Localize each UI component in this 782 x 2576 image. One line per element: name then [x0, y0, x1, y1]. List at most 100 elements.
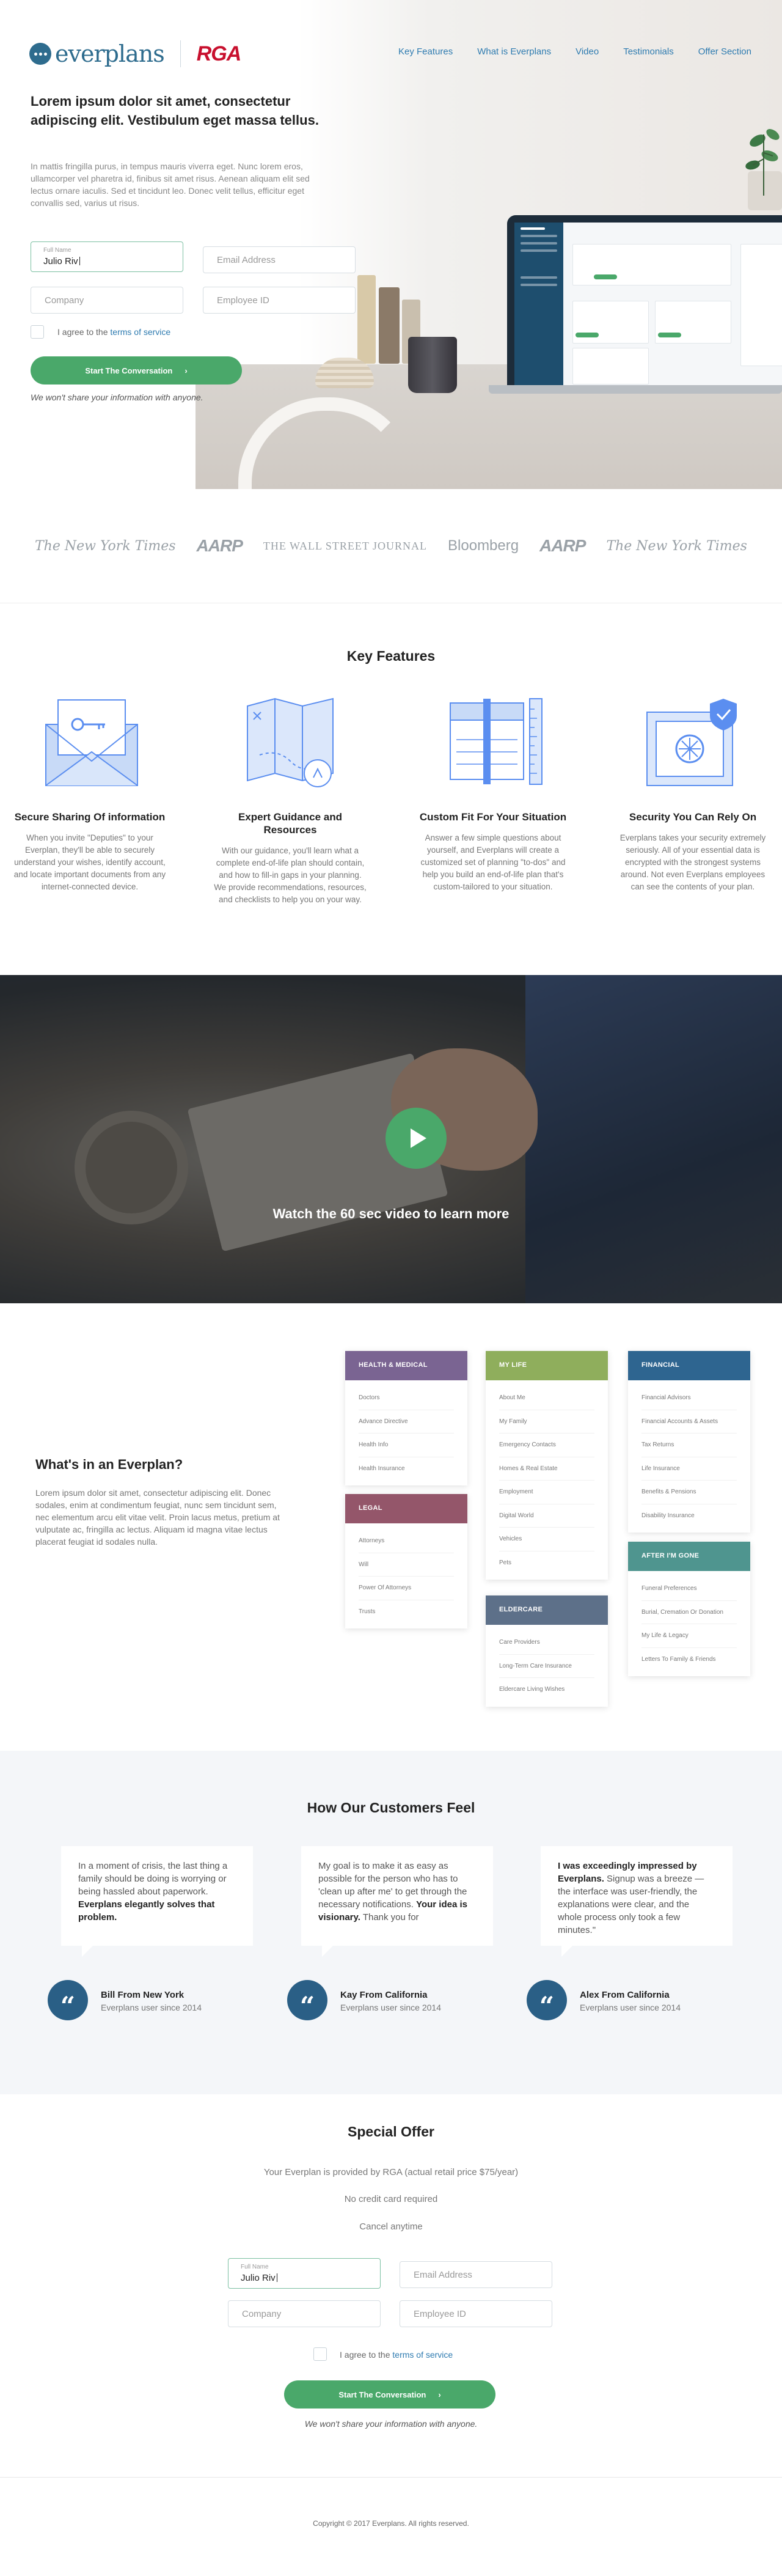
press-logo-nyt: The New York Times — [606, 538, 747, 554]
plant-illustration — [745, 129, 780, 196]
nav-video[interactable]: Video — [576, 46, 599, 57]
category-item: Employment — [499, 1481, 594, 1504]
logo-divider — [180, 40, 181, 67]
press-logo-bloomberg: Bloomberg — [448, 537, 519, 554]
category-item: Emergency Contacts — [499, 1433, 594, 1457]
category-card-after-im-gone[interactable]: AFTER I'M GONE Funeral Preferences Buria… — [628, 1542, 750, 1676]
feature-security: Security You Can Rely On Everplans takes… — [616, 694, 769, 893]
category-item: Health Insurance — [359, 1465, 405, 1472]
hero-title: Lorem ipsum dolor sit amet, consectetur … — [31, 94, 319, 128]
offer-line: Your Everplan is provided by RGA (actual… — [263, 2167, 519, 2177]
terms-agree-text: I agree to the — [57, 327, 108, 337]
testimonial-quote: I was exceedingly impressed by Everplans… — [541, 1846, 733, 1957]
quote-icon: “ — [527, 1980, 567, 2021]
category-item: Long-Term Care Insurance — [499, 1655, 594, 1678]
feature-text: Answer a few simple questions about your… — [420, 833, 566, 891]
terms-agree-text: I agree to the — [340, 2350, 390, 2360]
category-item: Financial Accounts & Assets — [641, 1410, 737, 1433]
testimonial-quote: My goal is to make it as easy as possibl… — [301, 1846, 493, 1957]
offer-line: No credit card required — [344, 2194, 438, 2204]
category-card-legal[interactable]: LEGAL Attorneys Will Power Of Attorneys … — [345, 1494, 467, 1628]
category-item: Advance Directive — [359, 1410, 454, 1433]
company-placeholder: Company — [242, 2309, 282, 2319]
start-conversation-button[interactable]: Start The Conversation › — [284, 2380, 495, 2409]
book — [379, 287, 400, 364]
play-button-icon[interactable] — [386, 1108, 447, 1169]
category-card-health[interactable]: HEALTH & MEDICAL Doctors Advance Directi… — [345, 1351, 467, 1485]
category-item: Trusts — [359, 1608, 376, 1615]
feature-expert-guidance: Expert Guidance and Resources With our g… — [214, 694, 367, 906]
email-field[interactable]: Email Address — [203, 246, 356, 273]
category-item: Eldercare Living Wishes — [499, 1686, 565, 1693]
special-offer-title: Special Offer — [348, 2124, 434, 2140]
category-item: Homes & Real Estate — [499, 1457, 594, 1481]
book — [357, 275, 376, 364]
whats-in-title: What's in an Everplan? — [35, 1457, 183, 1472]
terms-checkbox[interactable] — [313, 2347, 327, 2361]
company-field[interactable]: Company — [31, 287, 183, 314]
full-name-field[interactable]: Full Name Julio Riv — [31, 241, 183, 272]
feature-title: Security You Can Rely On — [629, 811, 757, 823]
category-item: About Me — [499, 1386, 594, 1410]
company-field[interactable]: Company — [228, 2300, 381, 2327]
full-name-value: Julio Riv — [241, 2273, 277, 2283]
testimonial-quote: In a moment of crisis, the last thing a … — [61, 1846, 253, 1957]
partner-logo: RGA — [196, 42, 242, 65]
chevron-right-icon: › — [438, 2390, 441, 2399]
category-header: LEGAL — [345, 1494, 467, 1523]
hero-description: In mattis fringilla purus, in tempus mau… — [31, 161, 310, 208]
main-nav: Key Features What is Everplans Video Tes… — [398, 46, 751, 57]
category-card-my-life[interactable]: MY LIFE About Me My Family Emergency Con… — [486, 1351, 608, 1580]
full-name-field[interactable]: Full Name Julio Riv — [228, 2258, 381, 2289]
category-item: Benefits & Pensions — [641, 1481, 737, 1504]
category-item: Will — [359, 1553, 454, 1577]
video-caption: Watch the 60 sec video to learn more — [272, 1206, 510, 1221]
testimonial-name: Kay From California — [340, 1990, 428, 2000]
testimonial-since: Everplans user since 2014 — [580, 2003, 681, 2012]
nav-testimonials[interactable]: Testimonials — [623, 46, 674, 57]
category-item: Disability Insurance — [641, 1512, 695, 1519]
category-header: FINANCIAL — [628, 1351, 750, 1380]
offer-line: Cancel anytime — [359, 2221, 423, 2232]
terms-of-service-link[interactable]: terms of service — [392, 2350, 453, 2360]
testimonial-name: Bill From New York — [101, 1990, 185, 2000]
category-card-eldercare[interactable]: ELDERCARE Care Providers Long-Term Care … — [486, 1595, 608, 1707]
category-item: My Family — [499, 1410, 594, 1433]
category-header: MY LIFE — [486, 1351, 608, 1380]
press-logos: The New York Times AARP THE WALL STREET … — [0, 489, 782, 603]
email-placeholder: Email Address — [414, 2270, 472, 2280]
full-name-value: Julio Riv — [43, 256, 80, 267]
feature-text: With our guidance, you'll learn what a c… — [214, 846, 367, 904]
whats-in-description: Lorem ipsum dolor sit amet, consectetur … — [35, 1488, 280, 1547]
category-item: Burial, Cremation Or Donation — [641, 1601, 737, 1624]
feature-text: Everplans takes your security extremely … — [619, 833, 766, 891]
category-item: Digital World — [499, 1504, 594, 1528]
category-item: Doctors — [359, 1386, 454, 1410]
category-card-financial[interactable]: FINANCIAL Financial Advisors Financial A… — [628, 1351, 750, 1533]
employee-id-field[interactable]: Employee ID — [400, 2300, 552, 2327]
email-placeholder: Email Address — [217, 255, 276, 265]
privacy-note: We won't share your information with any… — [304, 2419, 478, 2429]
terms-of-service-link[interactable]: terms of service — [110, 327, 170, 337]
nav-what-is-everplans[interactable]: What is Everplans — [477, 46, 551, 57]
category-item: Health Info — [359, 1433, 454, 1457]
safe-shield-icon — [646, 699, 737, 786]
laptop-screen — [507, 215, 782, 385]
employee-id-field[interactable]: Employee ID — [203, 287, 356, 314]
cta-label: Start The Conversation — [85, 366, 173, 375]
brand-logo[interactable]: everplans RGA — [29, 40, 241, 67]
category-item: My Life & Legacy — [641, 1624, 737, 1648]
feature-secure-sharing: Secure Sharing Of information When you i… — [13, 694, 166, 893]
nav-offer-section[interactable]: Offer Section — [698, 46, 751, 57]
employee-id-placeholder: Employee ID — [217, 295, 269, 306]
testimonial-since: Everplans user since 2014 — [340, 2003, 441, 2012]
feature-title: Custom Fit For Your Situation — [419, 811, 567, 823]
category-item: Financial Advisors — [641, 1386, 737, 1410]
nav-key-features[interactable]: Key Features — [398, 46, 453, 57]
laptop-base — [489, 385, 782, 394]
terms-checkbox[interactable] — [31, 325, 44, 339]
company-placeholder: Company — [45, 295, 84, 306]
email-field[interactable]: Email Address — [400, 2261, 552, 2288]
brand-name: everplans — [55, 40, 165, 67]
start-conversation-button[interactable]: Start The Conversation › — [31, 356, 242, 385]
